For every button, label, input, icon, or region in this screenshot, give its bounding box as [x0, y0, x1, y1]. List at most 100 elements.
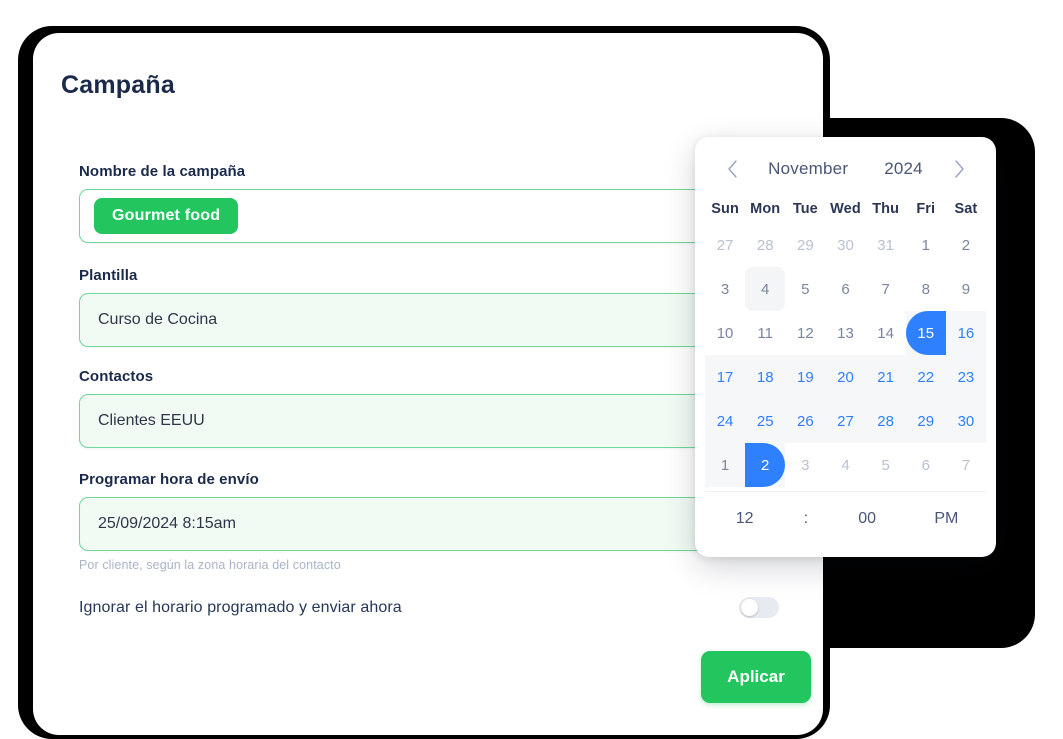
- calendar-day-number: 22: [917, 368, 935, 386]
- calendar-day-cell[interactable]: 31: [866, 223, 906, 267]
- calendar-day-cell[interactable]: 12: [785, 311, 825, 355]
- calendar-day-cell[interactable]: 6: [906, 443, 946, 487]
- calendar-day-number: 28: [756, 236, 774, 254]
- calendar-day-cell[interactable]: 2: [946, 223, 986, 267]
- send-now-toggle[interactable]: [739, 597, 779, 618]
- calendar-day-number: 15: [917, 324, 935, 342]
- calendar-day-cell[interactable]: 10: [705, 311, 745, 355]
- calendar-day-number: 14: [877, 324, 894, 342]
- calendar-day-number: 10: [716, 324, 734, 342]
- field-template: Plantilla Curso de Cocina: [79, 267, 779, 347]
- calendar-day-number: 8: [921, 280, 930, 298]
- calendar-day-number: 27: [837, 412, 854, 430]
- calendar-day-cell[interactable]: 29: [905, 399, 946, 443]
- calendar-day-cell[interactable]: 16: [945, 311, 986, 355]
- apply-button[interactable]: Aplicar: [701, 651, 811, 703]
- calendar-title: November 2024: [745, 159, 946, 179]
- calendar-day-number: 24: [716, 412, 734, 430]
- calendar-day-number: 11: [757, 324, 773, 342]
- calendar-day-cell[interactable]: 6: [825, 267, 865, 311]
- calendar-day-cell[interactable]: 20: [825, 355, 866, 399]
- calendar-month-label[interactable]: November: [768, 159, 848, 179]
- calendar-day-cell[interactable]: 18: [745, 355, 786, 399]
- calendar-day-cell[interactable]: 21: [865, 355, 906, 399]
- calendar-day-cell[interactable]: 13: [825, 311, 865, 355]
- calendar-day-cell[interactable]: 11: [745, 311, 785, 355]
- time-minute[interactable]: 00: [827, 510, 906, 528]
- time-hour[interactable]: 12: [705, 510, 784, 528]
- time-separator: :: [803, 509, 809, 527]
- calendar-day-number: 31: [877, 236, 894, 254]
- calendar-day-number: 30: [957, 412, 975, 430]
- calendar-day-cell[interactable]: 27: [705, 223, 745, 267]
- calendar-day-number: 29: [917, 412, 935, 430]
- calendar-day-number: 19: [797, 368, 814, 386]
- calendar-day-cell[interactable]: 28: [865, 399, 906, 443]
- calendar-day-number: 6: [841, 280, 850, 298]
- time-meridiem[interactable]: PM: [907, 510, 986, 528]
- calendar-day-cell[interactable]: 30: [825, 223, 865, 267]
- calendar-day-cell[interactable]: 3: [705, 267, 745, 311]
- calendar-day-number: 12: [797, 324, 814, 342]
- calendar-day-cell[interactable]: 25: [745, 399, 786, 443]
- calendar-day-grid: 27 28 29 30 31 1 2 3 4 5 6 7 8 9 10 11 12 13 14 15 16 17 18 19 2…: [701, 223, 990, 487]
- toggle-knob: [741, 599, 758, 616]
- page-title: Campaña: [61, 71, 175, 99]
- calendar-day-cell[interactable]: 4: [745, 267, 786, 311]
- calendar-day-number: 18: [756, 368, 774, 386]
- calendar-day-cell[interactable]: 5: [866, 443, 906, 487]
- calendar-day-cell[interactable]: 8: [906, 267, 946, 311]
- field-label-contacts: Contactos: [79, 368, 154, 385]
- calendar-day-number: 2: [761, 456, 770, 474]
- calendar-day-cell[interactable]: 9: [946, 267, 986, 311]
- calendar-day-number: 21: [877, 368, 894, 386]
- calendar-day-cell[interactable]: 24: [705, 399, 746, 443]
- send-now-toggle-row: Ignorar el horario programado y enviar a…: [79, 597, 779, 618]
- calendar-day-number: 4: [761, 280, 770, 298]
- send-now-toggle-label: Ignorar el horario programado y enviar a…: [79, 598, 402, 616]
- schedule-time-input[interactable]: 25/09/2024 8:15am: [79, 497, 779, 551]
- calendar-day-cell[interactable]: 19: [785, 355, 826, 399]
- calendar-day-cell[interactable]: 28: [745, 223, 785, 267]
- campaign-name-chip[interactable]: Gourmet food: [94, 198, 239, 234]
- calendar-day-number: 13: [837, 324, 854, 342]
- calendar-day-cell[interactable]: 3: [785, 443, 825, 487]
- campaign-name-input[interactable]: Gourmet food: [79, 189, 779, 243]
- calendar-day-number: 3: [801, 456, 810, 474]
- calendar-day-number: 1: [720, 456, 730, 474]
- template-input[interactable]: Curso de Cocina: [79, 293, 779, 347]
- calendar-day-number: 6: [921, 456, 930, 474]
- calendar-day-number: 23: [957, 368, 975, 386]
- calendar-day-cell[interactable]: 14: [866, 311, 906, 355]
- calendar-weekday-sat: Sat: [954, 201, 978, 217]
- calendar-day-cell[interactable]: 1: [906, 223, 946, 267]
- chevron-left-icon[interactable]: [719, 156, 745, 182]
- calendar-day-cell[interactable]: 7: [946, 443, 986, 487]
- chevron-right-icon[interactable]: [946, 156, 972, 182]
- calendar-day-cell[interactable]: 1: [705, 443, 746, 487]
- calendar-day-cell[interactable]: 30: [945, 399, 986, 443]
- calendar-day-cell[interactable]: 4: [825, 443, 865, 487]
- calendar-day-number: 5: [801, 280, 810, 298]
- calendar-day-cell[interactable]: 26: [785, 399, 826, 443]
- calendar-day-cell[interactable]: 7: [866, 267, 906, 311]
- calendar-time-row: 12 : 00 PM: [705, 491, 986, 545]
- contacts-input[interactable]: Clientes EEUU: [79, 394, 779, 448]
- calendar-day-cell[interactable]: 27: [825, 399, 866, 443]
- calendar-day-number: 2: [961, 236, 971, 254]
- field-schedule-time: Programar hora de envío 25/09/2024 8:15a…: [79, 471, 779, 572]
- calendar-day-cell[interactable]: 23: [945, 355, 986, 399]
- calendar-day-number: 7: [881, 280, 890, 298]
- date-picker-popover: November 2024 Sun Mon Tue Wed Thu Fri Sat 27 28…: [695, 137, 996, 557]
- calendar-year-label[interactable]: 2024: [884, 159, 923, 179]
- calendar-weekday-header: Sun Mon Tue Wed Thu Fri Sat: [701, 201, 990, 217]
- calendar-day-cell[interactable]: 17: [705, 355, 746, 399]
- calendar-day-cell[interactable]: 2: [745, 443, 786, 487]
- calendar-day-number: 25: [756, 412, 774, 430]
- screenshot-stage: Campaña Nombre de la campaña Gourmet foo…: [0, 0, 1063, 739]
- calendar-day-cell[interactable]: 15: [905, 311, 946, 355]
- calendar-day-cell[interactable]: 29: [785, 223, 825, 267]
- calendar-day-cell[interactable]: 22: [905, 355, 946, 399]
- calendar-day-cell[interactable]: 5: [785, 267, 825, 311]
- calendar-weekday-wed: Wed: [830, 201, 861, 217]
